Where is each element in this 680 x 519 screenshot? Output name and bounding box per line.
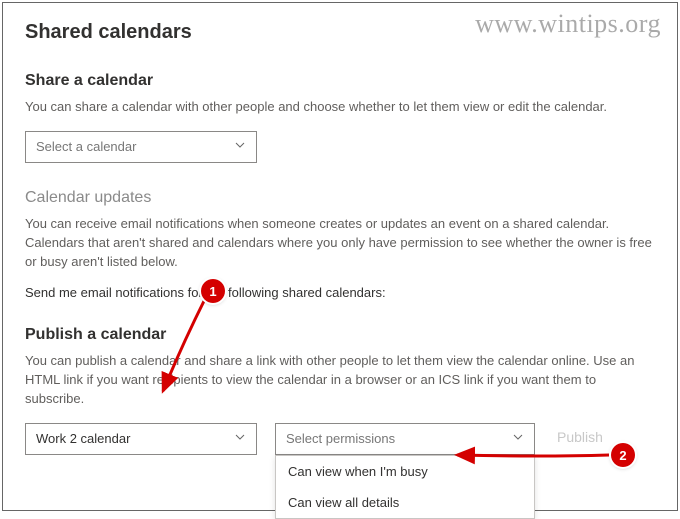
publish-section-desc: You can publish a calendar and share a l…: [25, 352, 655, 409]
permissions-options-panel: Can view when I'm busy Can view all deta…: [275, 455, 535, 519]
share-section-desc: You can share a calendar with other peop…: [25, 98, 655, 117]
publish-button[interactable]: Publish: [553, 423, 607, 451]
publish-permissions-dropdown-label: Select permissions: [286, 431, 395, 446]
permission-option-busy[interactable]: Can view when I'm busy: [276, 456, 534, 487]
annotation-badge-1: 1: [201, 279, 225, 303]
updates-section-title: Calendar updates: [25, 189, 655, 207]
updates-section-sub: Send me email notifications for the foll…: [25, 285, 655, 300]
share-calendar-dropdown[interactable]: Select a calendar: [25, 131, 257, 163]
share-calendar-dropdown-label: Select a calendar: [36, 139, 136, 154]
chevron-down-icon: [234, 139, 246, 154]
annotation-badge-2: 2: [611, 443, 635, 467]
page-title: Shared calendars: [25, 21, 655, 44]
publish-calendar-dropdown-label: Work 2 calendar: [36, 431, 130, 446]
permission-option-all-details[interactable]: Can view all details: [276, 487, 534, 518]
share-section-title: Share a calendar: [25, 72, 655, 90]
publish-section-title: Publish a calendar: [25, 326, 655, 344]
updates-section-desc: You can receive email notifications when…: [25, 215, 655, 272]
publish-permissions-dropdown[interactable]: Select permissions: [275, 423, 535, 455]
publish-calendar-dropdown[interactable]: Work 2 calendar: [25, 423, 257, 455]
chevron-down-icon: [234, 431, 246, 446]
chevron-down-icon: [512, 431, 524, 446]
